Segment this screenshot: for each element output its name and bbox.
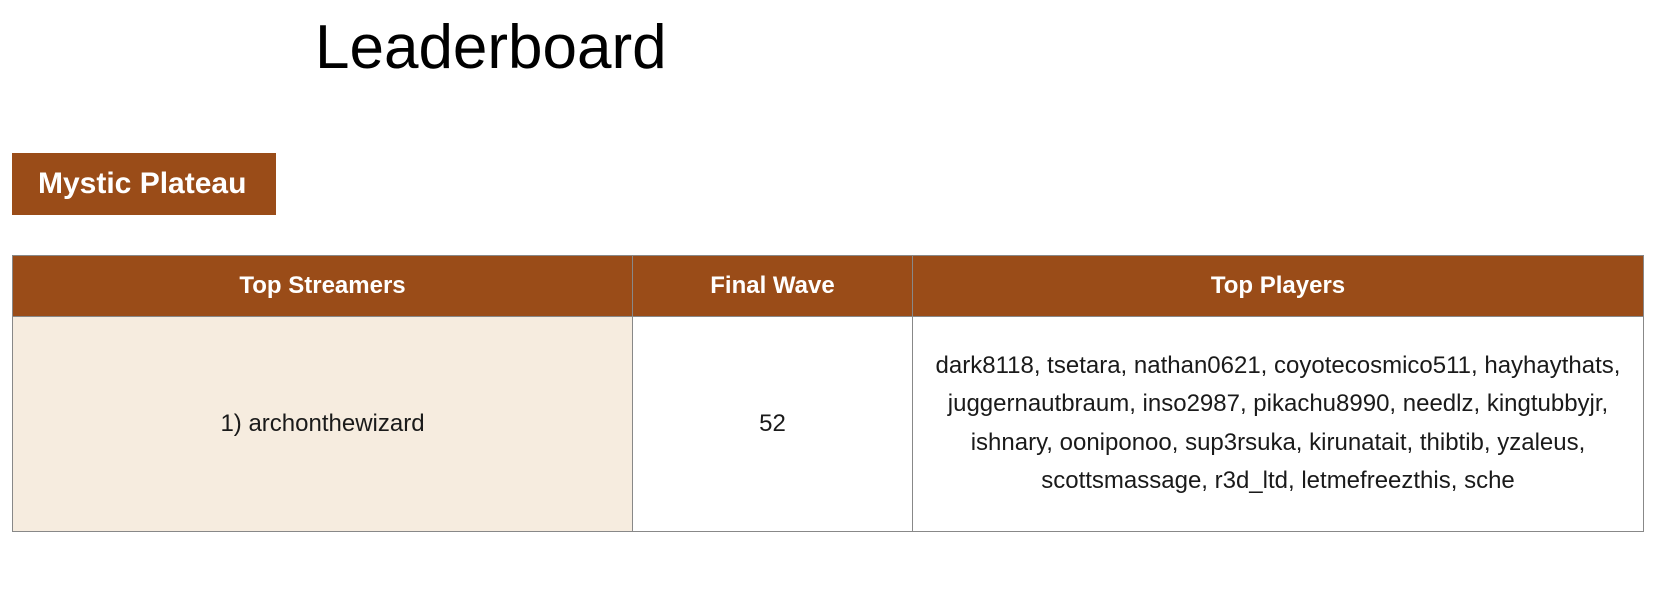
header-top-streamers: Top Streamers — [13, 256, 633, 317]
wave-cell: 52 — [633, 317, 913, 532]
streamer-cell: 1) archonthewizard — [13, 317, 633, 532]
page-title: Leaderboard — [315, 12, 1644, 83]
header-final-wave: Final Wave — [633, 256, 913, 317]
header-top-players: Top Players — [913, 256, 1644, 317]
section-title: Mystic Plateau — [12, 153, 276, 215]
table-row: 1) archonthewizard 52 dark8118, tsetara,… — [13, 317, 1644, 532]
leaderboard-table: Top Streamers Final Wave Top Players 1) … — [12, 255, 1644, 532]
players-cell: dark8118, tsetara, nathan0621, coyotecos… — [913, 317, 1644, 532]
